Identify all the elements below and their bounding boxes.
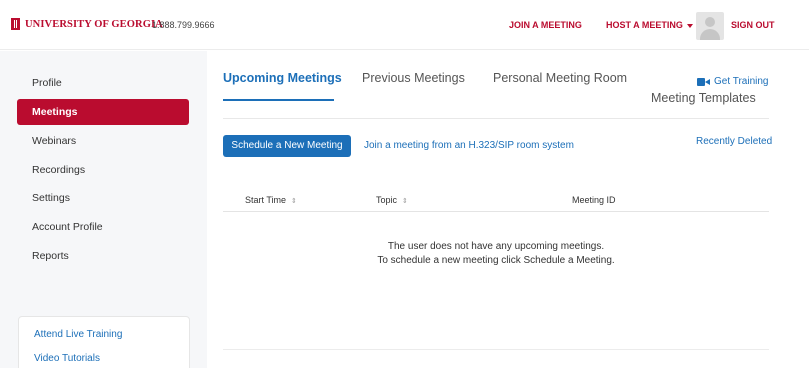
empty-state-message: The user does not have any upcoming meet…	[223, 240, 769, 268]
empty-state-line-1: The user does not have any upcoming meet…	[387, 241, 605, 252]
tab-personal-meeting-room[interactable]: Personal Meeting Room	[493, 71, 627, 85]
caret-down-icon	[686, 23, 693, 28]
table-bottom-divider	[223, 349, 769, 350]
tab-meeting-templates[interactable]: Meeting Templates	[651, 91, 756, 105]
sidebar-item-settings[interactable]: Settings	[17, 185, 189, 211]
column-label: Topic	[376, 195, 398, 205]
host-meeting-label: HOST A MEETING	[606, 20, 683, 30]
column-header-meeting-id: Meeting ID	[572, 195, 616, 205]
sidebar-item-meetings[interactable]: Meetings	[17, 99, 189, 125]
empty-state-line-2: To schedule a new meeting click Schedule…	[377, 255, 615, 266]
video-tutorials-link[interactable]: Video Tutorials	[34, 353, 100, 364]
host-meeting-dropdown[interactable]: HOST A MEETING	[606, 20, 693, 30]
table-header-divider	[223, 211, 769, 212]
video-camera-icon	[697, 77, 710, 86]
sort-icon: ⇕	[402, 197, 408, 205]
arch-icon	[11, 18, 20, 30]
divider	[223, 118, 769, 119]
sidebar-item-recordings[interactable]: Recordings	[17, 157, 189, 183]
schedule-meeting-button[interactable]: Schedule a New Meeting	[223, 135, 351, 157]
join-meeting-link[interactable]: JOIN A MEETING	[509, 20, 582, 30]
active-tab-indicator	[223, 99, 334, 101]
help-links-panel: Attend Live Training Video Tutorials	[18, 316, 190, 368]
attend-live-training-link[interactable]: Attend Live Training	[34, 329, 122, 340]
join-sip-room-link[interactable]: Join a meeting from an H.323/SIP room sy…	[364, 140, 574, 151]
avatar-body-shape	[700, 29, 720, 40]
university-logo[interactable]: UNIVERSITY OF GEORGIA	[11, 18, 163, 30]
tab-upcoming-meetings[interactable]: Upcoming Meetings	[223, 71, 342, 85]
avatar-head-shape	[705, 17, 715, 27]
column-label: Start Time	[245, 195, 287, 205]
sidebar-item-reports[interactable]: Reports	[17, 243, 189, 269]
sign-out-link[interactable]: SIGN OUT	[731, 20, 775, 30]
get-training-label: Get Training	[714, 76, 769, 87]
sidebar-item-profile[interactable]: Profile	[17, 70, 189, 96]
sort-icon: ⇕	[291, 197, 297, 205]
logo-text: UNIVERSITY OF GEORGIA	[25, 18, 163, 30]
tab-previous-meetings[interactable]: Previous Meetings	[362, 71, 465, 85]
support-phone: 1.888.799.9666	[152, 20, 215, 30]
column-header-start-time[interactable]: Start Time ⇕	[245, 195, 297, 205]
sidebar-item-account-profile[interactable]: Account Profile	[17, 214, 189, 240]
column-header-topic[interactable]: Topic ⇕	[376, 195, 408, 205]
top-navigation-bar: UNIVERSITY OF GEORGIA 1.888.799.9666 JOI…	[0, 0, 809, 50]
sidebar: Profile Meetings Webinars Recordings Set…	[0, 51, 207, 368]
get-training-link[interactable]: Get Training	[697, 76, 768, 87]
sidebar-item-webinars[interactable]: Webinars	[17, 128, 189, 154]
recently-deleted-link[interactable]: Recently Deleted	[696, 136, 772, 147]
avatar[interactable]	[696, 12, 724, 40]
